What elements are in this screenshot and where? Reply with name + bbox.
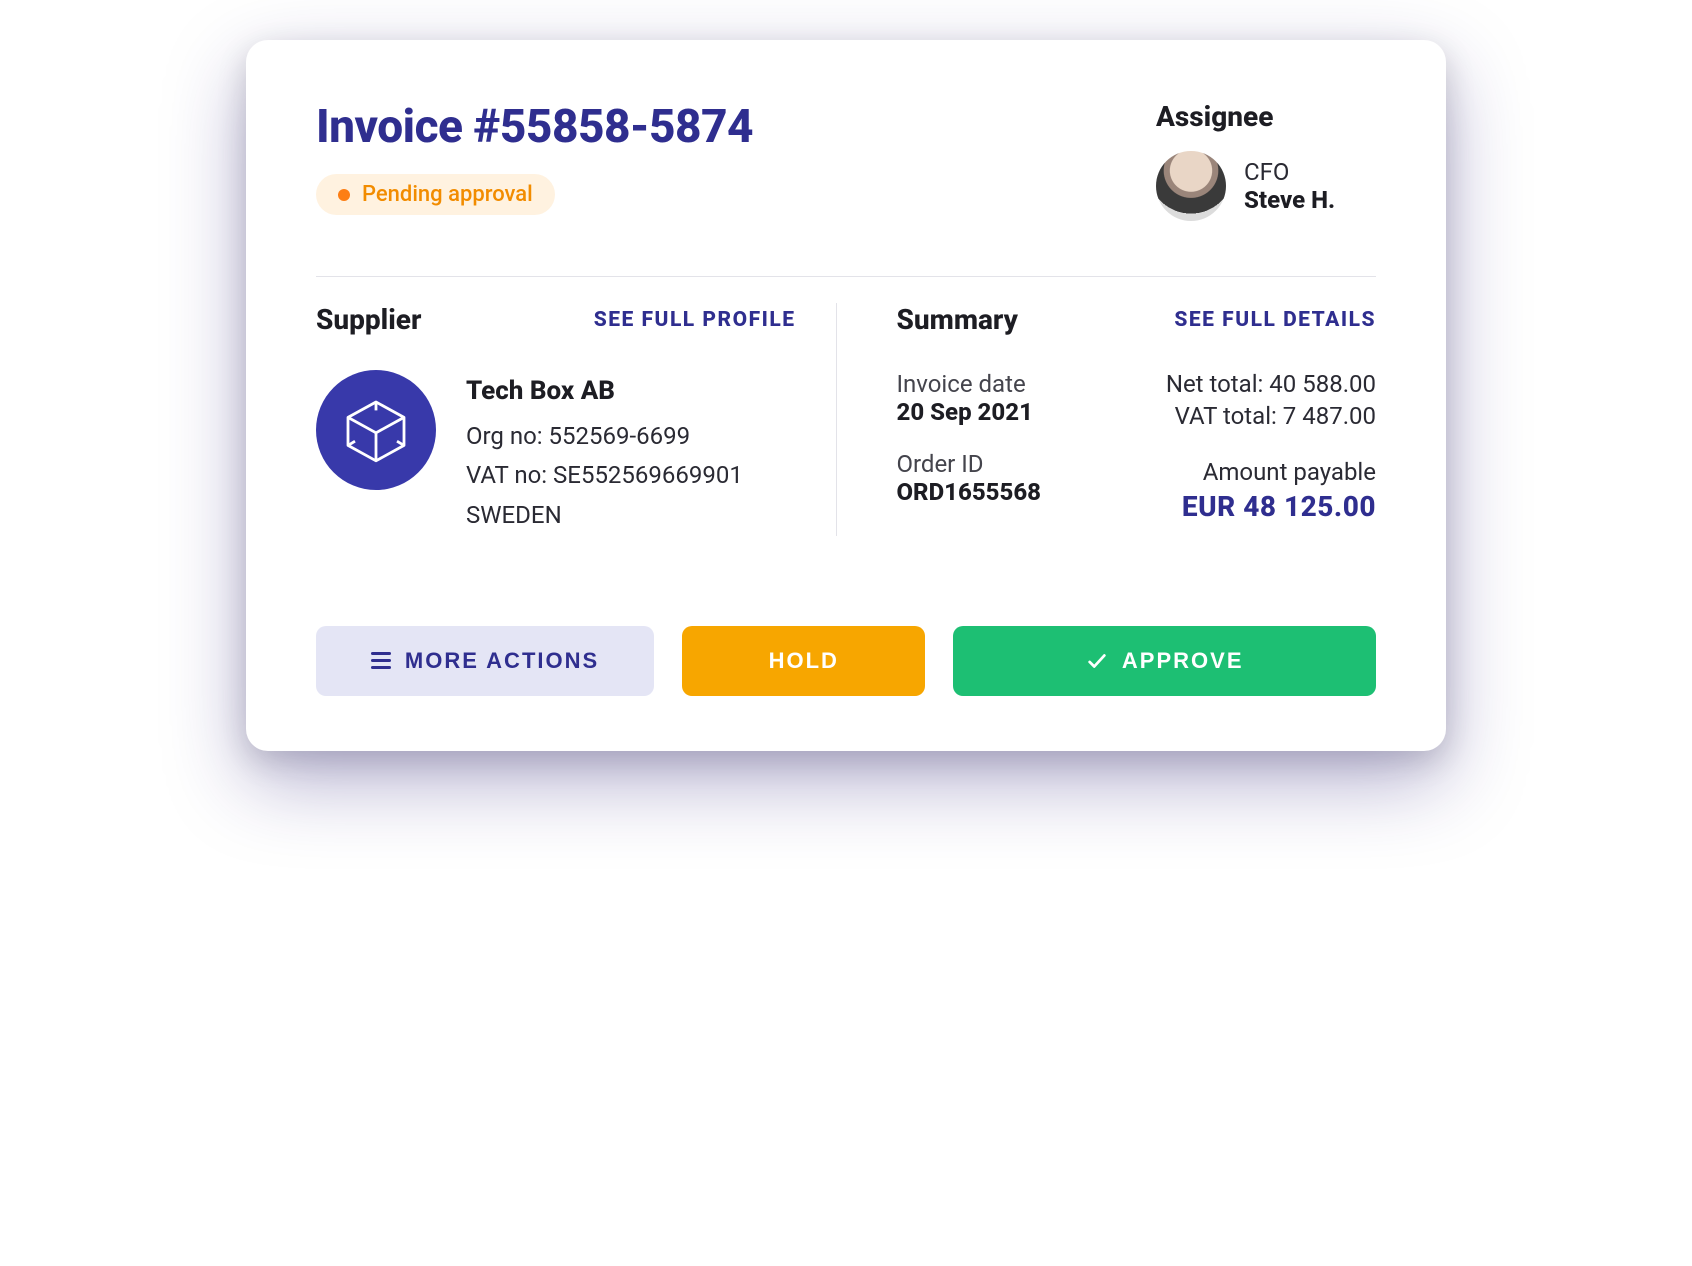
invoice-title: Invoice #55858-5874	[316, 100, 1156, 154]
summary-body: Invoice date 20 Sep 2021 Order ID ORD165…	[897, 370, 1377, 530]
summary-left: Invoice date 20 Sep 2021 Order ID ORD165…	[897, 370, 1042, 530]
invoice-date-block: Invoice date 20 Sep 2021	[897, 370, 1042, 426]
supplier-col-header: Supplier SEE FULL PROFILE	[316, 303, 796, 336]
more-actions-label: MORE ACTIONS	[405, 648, 599, 674]
assignee-name: Steve H.	[1244, 186, 1335, 214]
hamburger-icon	[371, 652, 391, 669]
approve-label: APPROVE	[1122, 648, 1244, 674]
see-full-details-link[interactable]: SEE FULL DETAILS	[1174, 308, 1376, 332]
assignee-text: CFO Steve H.	[1244, 158, 1335, 214]
order-id-value: ORD1655568	[897, 478, 1042, 506]
invoice-card: Invoice #55858-5874 Pending approval Ass…	[246, 40, 1446, 751]
supplier-body: Tech Box AB Org no: 552569-6699 VAT no: …	[316, 370, 796, 536]
supplier-country: SWEDEN	[466, 496, 743, 536]
supplier-logo	[316, 370, 436, 490]
assignee-person: CFO Steve H.	[1156, 151, 1376, 221]
action-bar: MORE ACTIONS HOLD APPROVE	[316, 626, 1376, 696]
status-label: Pending approval	[362, 182, 533, 207]
approve-button[interactable]: APPROVE	[953, 626, 1376, 696]
assignee-block: Assignee CFO Steve H.	[1156, 100, 1376, 221]
net-total: Net total: 40 588.00	[1166, 370, 1376, 398]
invoice-date-value: 20 Sep 2021	[897, 398, 1042, 426]
amount-payable-value: EUR 48 125.00	[1166, 490, 1376, 523]
divider	[316, 276, 1376, 277]
supplier-info: Tech Box AB Org no: 552569-6699 VAT no: …	[466, 370, 743, 536]
supplier-vat-no: VAT no: SE552569669901	[466, 456, 743, 496]
summary-col-header: Summary SEE FULL DETAILS	[897, 303, 1377, 336]
supplier-column: Supplier SEE FULL PROFILE	[316, 303, 837, 536]
amount-payable-label: Amount payable	[1166, 458, 1376, 486]
invoice-date-label: Invoice date	[897, 370, 1042, 398]
hold-label: HOLD	[769, 648, 839, 674]
see-full-profile-link[interactable]: SEE FULL PROFILE	[594, 308, 796, 332]
check-icon	[1086, 650, 1108, 672]
avatar	[1156, 151, 1226, 221]
cube-icon	[341, 395, 411, 465]
title-block: Invoice #55858-5874 Pending approval	[316, 100, 1156, 215]
status-dot-icon	[338, 189, 350, 201]
more-actions-button[interactable]: MORE ACTIONS	[316, 626, 654, 696]
summary-column: Summary SEE FULL DETAILS Invoice date 20…	[887, 303, 1377, 536]
supplier-heading: Supplier	[316, 303, 421, 336]
vat-total: VAT total: 7 487.00	[1166, 402, 1376, 430]
supplier-org-no: Org no: 552569-6699	[466, 417, 743, 457]
header-row: Invoice #55858-5874 Pending approval Ass…	[316, 100, 1376, 221]
summary-heading: Summary	[897, 303, 1018, 336]
status-badge: Pending approval	[316, 174, 555, 215]
supplier-name: Tech Box AB	[466, 370, 743, 413]
detail-columns: Supplier SEE FULL PROFILE	[316, 303, 1376, 536]
order-id-block: Order ID ORD1655568	[897, 450, 1042, 506]
summary-right: Net total: 40 588.00 VAT total: 7 487.00…	[1166, 370, 1376, 530]
assignee-role: CFO	[1244, 158, 1335, 186]
hold-button[interactable]: HOLD	[682, 626, 925, 696]
assignee-heading: Assignee	[1156, 100, 1376, 133]
order-id-label: Order ID	[897, 450, 1042, 478]
